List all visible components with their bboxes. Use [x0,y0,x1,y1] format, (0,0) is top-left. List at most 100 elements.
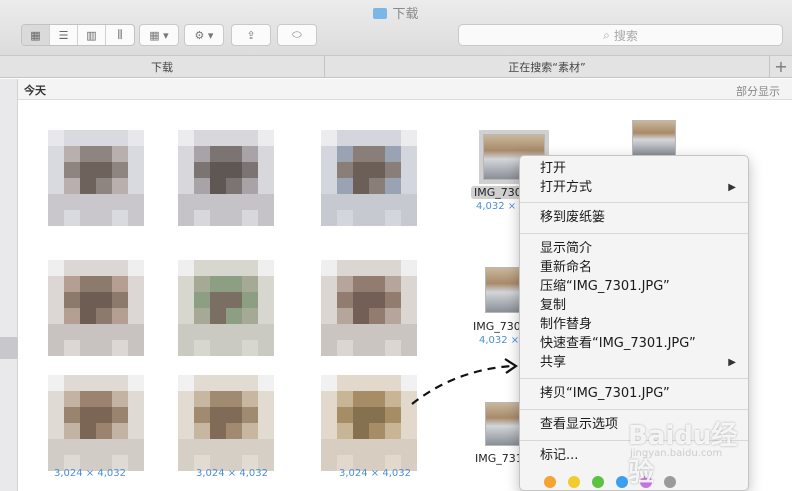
menu-item-open-with[interactable]: 打开方式 ▶ [520,178,748,197]
icon-view-button[interactable]: ▦ [22,25,50,45]
mosaic-block [353,130,369,146]
mosaic-block [210,276,226,292]
menu-item-compress[interactable]: 压缩“IMG_7301.JPG” [520,277,748,296]
mosaic-block [401,340,417,356]
mosaic-block [401,324,417,340]
list-view-button[interactable]: ☰ [50,25,78,45]
image-thumbnail [321,260,417,356]
mosaic-block [48,340,64,356]
mosaic-block [369,292,385,308]
mosaic-block [242,130,258,146]
mosaic-block [242,439,258,455]
mosaic-block [96,308,112,324]
mosaic-block [178,276,194,292]
share-button[interactable]: ⇪ [231,24,271,46]
menu-item-move-to-trash[interactable]: 移到废纸篓 [520,208,748,227]
add-tab-button[interactable]: + [770,56,792,77]
mosaic-block [401,292,417,308]
mosaic-block [64,308,80,324]
mosaic-block [369,162,385,178]
group-button[interactable]: ▦ ▾ [139,24,179,46]
mosaic-block [128,194,144,210]
mosaic-block [258,308,274,324]
mosaic-block [178,260,194,276]
mosaic-block [178,178,194,194]
mosaic-block [48,260,64,276]
mosaic-block [321,375,337,391]
mosaic-block [258,260,274,276]
menu-item-make-alias[interactable]: 制作替身 [520,315,748,334]
mosaic-block [369,375,385,391]
tag-blue[interactable] [616,476,628,488]
mosaic-block [112,375,128,391]
mosaic-block [369,423,385,439]
mosaic-block [64,260,80,276]
tag-button[interactable]: ⬭ [277,24,317,46]
menu-item-open[interactable]: 打开 [520,159,748,178]
mosaic-block [48,292,64,308]
mosaic-block [353,276,369,292]
mosaic-block [80,162,96,178]
mosaic-block [112,324,128,340]
mosaic-block [210,439,226,455]
mosaic-block [80,375,96,391]
mosaic-block [321,340,337,356]
mosaic-block [96,130,112,146]
image-dimensions: 4,032 × [476,201,517,212]
tab-downloads[interactable]: 下载 [0,56,325,77]
mosaic-block [48,308,64,324]
sidebar-selected-item[interactable] [0,337,18,359]
mosaic-block [401,260,417,276]
mosaic-block [337,276,353,292]
mosaic-block [178,308,194,324]
mosaic-block [128,439,144,455]
mosaic-block [385,194,401,210]
mosaic-block [80,130,96,146]
column-view-button[interactable]: ▥ [78,25,106,45]
mosaic-block [48,210,64,226]
mosaic-block [64,375,80,391]
gallery-view-button[interactable]: ⫼ [106,25,134,45]
show-less-link[interactable]: 部分显示 [736,83,780,99]
group-icon: ▦ ▾ [149,28,169,42]
mosaic-block [369,439,385,455]
action-button[interactable]: ⚙ ▾ [184,24,224,46]
mosaic-block [96,210,112,226]
mosaic-block [401,276,417,292]
search-icon: ⌕ [603,27,610,42]
mosaic-block [401,375,417,391]
tag-green[interactable] [592,476,604,488]
tab-search[interactable]: 正在搜索“素材” [325,56,770,77]
mosaic-block [337,162,353,178]
mosaic-block [128,324,144,340]
mosaic-block [321,439,337,455]
window-title: 下载 [0,3,792,22]
mosaic-block [48,439,64,455]
file-name: IMG_730 [473,320,521,333]
menu-item-share[interactable]: 共享 ▶ [520,353,748,372]
mosaic-block [369,407,385,423]
mosaic-block [128,130,144,146]
mosaic-block [369,391,385,407]
mosaic-block [258,162,274,178]
mosaic-block [48,162,64,178]
mosaic-block [48,407,64,423]
mosaic-block [210,194,226,210]
search-field[interactable]: ⌕ 搜索 [458,24,783,46]
mosaic-block [226,407,242,423]
menu-item-rename[interactable]: 重新命名 [520,258,748,277]
menu-item-duplicate[interactable]: 复制 [520,296,748,315]
menu-item-copy[interactable]: 拷贝“IMG_7301.JPG” [520,384,748,403]
mosaic-block [385,423,401,439]
mosaic-block [321,146,337,162]
menu-item-quick-look[interactable]: 快速查看“IMG_7301.JPG” [520,334,748,353]
mosaic-block [337,178,353,194]
mosaic-block [64,439,80,455]
tag-orange[interactable] [544,476,556,488]
mosaic-block [96,439,112,455]
mosaic-block [242,292,258,308]
mosaic-block [64,178,80,194]
mosaic-block [210,324,226,340]
menu-item-get-info[interactable]: 显示简介 [520,239,748,258]
tag-yellow[interactable] [568,476,580,488]
